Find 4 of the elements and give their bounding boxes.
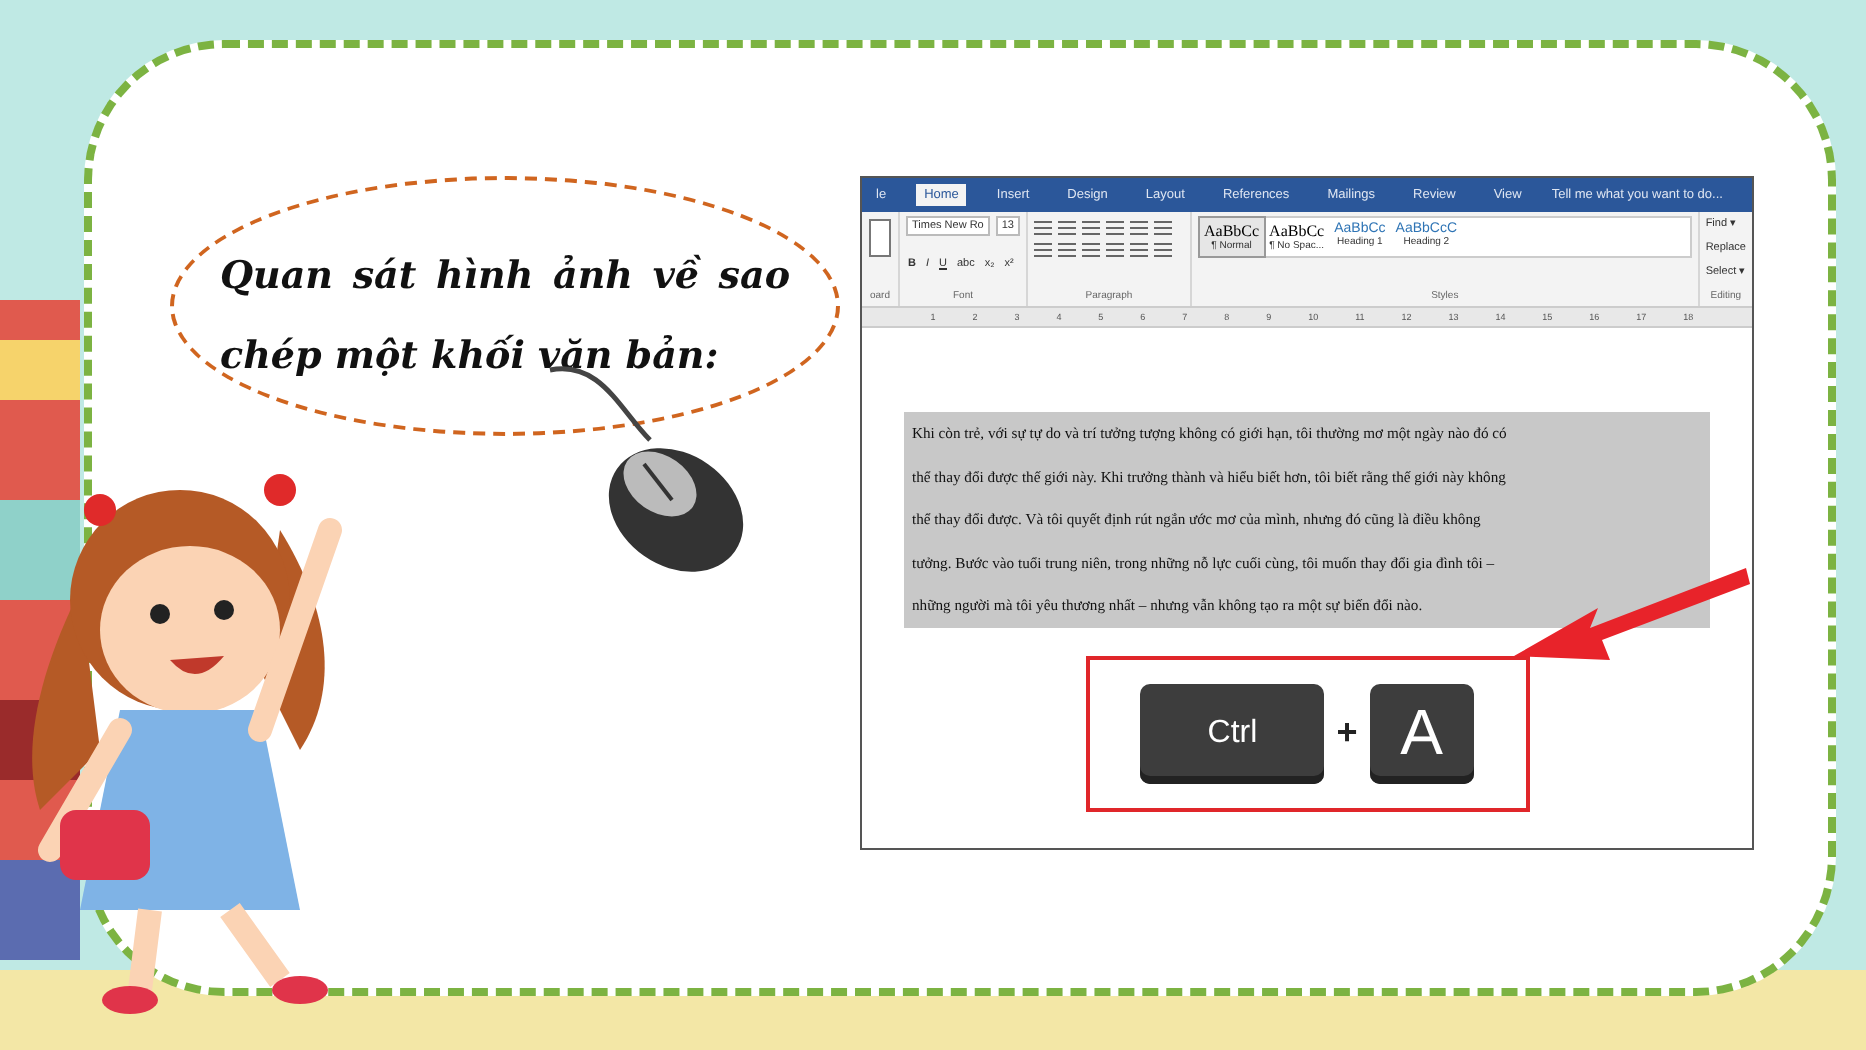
keyboard-key: A: [1369, 683, 1474, 783]
keyboard-key: Ctrl: [1140, 683, 1325, 783]
plus-sign: +: [1336, 712, 1358, 754]
bubble-text: Quan sát hình ảnh về sao chép một khối văn bản:: [220, 252, 790, 382]
